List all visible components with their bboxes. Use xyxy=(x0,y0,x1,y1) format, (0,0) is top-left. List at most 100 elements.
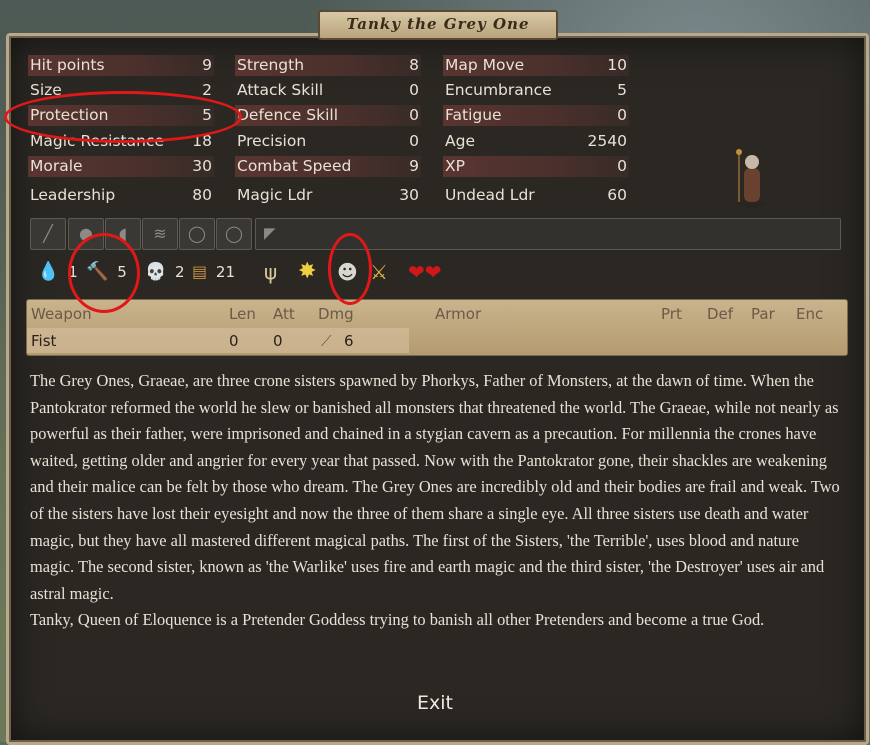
candelabra-icon: ψ xyxy=(264,260,278,284)
stat-label: Size xyxy=(30,81,62,99)
stat-label: Magic Resistance xyxy=(30,132,164,150)
stat-value: 0 xyxy=(617,157,627,175)
stat-xp: XP 0 xyxy=(443,156,629,177)
stat-value: 30 xyxy=(192,157,212,175)
stat-fatigue: Fatigue 0 xyxy=(443,105,629,126)
treasure-chest-icon: ▤ xyxy=(192,262,208,281)
gold-cost[interactable]: ▤ 21 xyxy=(192,259,235,285)
shield-icon: ● xyxy=(79,224,93,243)
stat-defence-skill: Defence Skill 0 xyxy=(235,105,421,126)
ability-candelabra[interactable]: ψ xyxy=(264,259,277,285)
water-drop-icon: 💧 xyxy=(37,261,60,282)
exit-button[interactable]: Exit xyxy=(405,692,465,714)
stat-label: Undead Ldr xyxy=(445,186,535,204)
header-dmg: Dmg xyxy=(318,305,354,323)
hammer-icon: 🔨 xyxy=(86,261,109,282)
stat-value: 80 xyxy=(192,186,212,204)
ability-crossed-weapons[interactable]: ⚔ xyxy=(370,259,388,285)
slot-head[interactable]: ◖ xyxy=(105,218,141,250)
stat-label: Fatigue xyxy=(445,106,502,124)
stat-morale: Morale 30 xyxy=(28,156,214,177)
stat-label: Morale xyxy=(30,157,83,175)
magic-water[interactable]: 💧 1 xyxy=(37,259,78,285)
stat-value: 10 xyxy=(607,56,627,74)
stat-label: Hit points xyxy=(30,56,105,74)
header-weapon: Weapon xyxy=(31,305,92,323)
header-prt: Prt xyxy=(661,305,682,323)
stat-label: Combat Speed xyxy=(237,157,352,175)
sword-icon: ╱ xyxy=(43,224,53,243)
slot-ring-1[interactable]: ◯ xyxy=(179,218,215,250)
header-enc: Enc xyxy=(796,305,824,323)
stat-value: 18 xyxy=(192,132,212,150)
stat-age: Age 2540 xyxy=(443,131,629,152)
weapon-name[interactable]: Fist xyxy=(31,332,56,350)
stat-attack-skill: Attack Skill 0 xyxy=(235,80,421,101)
slot-weapon[interactable]: ╱ xyxy=(30,218,66,250)
slot-misc[interactable]: ◤ xyxy=(255,218,841,250)
header-def: Def xyxy=(707,305,734,323)
description-paragraph: Tanky, Queen of Eloquence is a Pretender… xyxy=(30,610,765,630)
slot-ring-2[interactable]: ◯ xyxy=(216,218,252,250)
ability-mask[interactable]: ☻ xyxy=(337,259,358,285)
ability-hearts[interactable]: ❤❤ xyxy=(408,259,442,285)
crossed-swords-icon: ⚔ xyxy=(370,260,388,284)
unit-title: Tanky the Grey One xyxy=(318,10,558,40)
magic-death[interactable]: 💀 2 xyxy=(145,259,185,285)
stat-value: 30 xyxy=(399,186,419,204)
stat-label: Strength xyxy=(237,56,305,74)
stat-label: Age xyxy=(445,132,475,150)
weapon-dmg-icon: ⟋ xyxy=(321,332,332,350)
stat-leadership: Leadership 80 xyxy=(28,185,214,206)
weapon-dmg: 6 xyxy=(344,332,354,350)
stat-protection: Protection 5 xyxy=(28,105,214,126)
stat-label: Precision xyxy=(237,132,307,150)
ring-icon: ◯ xyxy=(225,224,243,243)
stat-precision: Precision 0 xyxy=(235,131,421,152)
gold-cost-value: 21 xyxy=(215,263,235,281)
boots-icon: ◤ xyxy=(264,224,276,242)
stat-label: Defence Skill xyxy=(237,106,339,124)
stat-value: 0 xyxy=(409,106,419,124)
stat-value: 9 xyxy=(202,56,212,74)
header-par: Par xyxy=(751,305,775,323)
stat-combat-speed: Combat Speed 9 xyxy=(235,156,421,177)
stat-label: Map Move xyxy=(445,56,525,74)
weapon-len: 0 xyxy=(229,332,239,350)
stat-value: 2 xyxy=(202,81,212,99)
header-len: Len xyxy=(229,305,256,323)
armor-icon: ≋ xyxy=(153,224,167,243)
weapon-att: 0 xyxy=(273,332,283,350)
magic-death-value: 2 xyxy=(174,263,185,281)
slot-body[interactable]: ≋ xyxy=(142,218,178,250)
stat-encumbrance: Encumbrance 5 xyxy=(443,80,629,101)
stat-value: 9 xyxy=(409,157,419,175)
ring-icon: ◯ xyxy=(188,224,206,243)
stat-label: Attack Skill xyxy=(237,81,324,99)
stat-label: Encumbrance xyxy=(445,81,552,99)
magic-water-value: 1 xyxy=(68,263,78,281)
stat-strength: Strength 8 xyxy=(235,55,421,76)
magic-earth[interactable]: 🔨 5 xyxy=(86,259,127,285)
ability-star[interactable]: ✸ xyxy=(298,259,316,285)
stat-value: 5 xyxy=(617,81,627,99)
starburst-icon: ✸ xyxy=(298,259,317,284)
header-armor: Armor xyxy=(435,305,482,323)
stat-magic-leadership: Magic Ldr 30 xyxy=(235,185,421,206)
stat-label: XP xyxy=(445,157,465,175)
stat-value: 0 xyxy=(409,132,419,150)
header-att: Att xyxy=(273,305,295,323)
hearts-icon: ❤❤ xyxy=(408,260,442,284)
stat-value: 0 xyxy=(617,106,627,124)
stat-value: 0 xyxy=(409,81,419,99)
stat-hit-points: Hit points 9 xyxy=(28,55,214,76)
weapon-table: Weapon Len Att Dmg Armor Prt Def Par Enc… xyxy=(26,299,848,356)
slot-offhand[interactable]: ● xyxy=(68,218,104,250)
stat-label: Protection xyxy=(30,106,109,124)
stat-label: Leadership xyxy=(30,186,116,204)
stat-value: 8 xyxy=(409,56,419,74)
stat-label: Magic Ldr xyxy=(237,186,313,204)
skull-icon: 💀 xyxy=(145,262,167,282)
stat-size: Size 2 xyxy=(28,80,214,101)
unit-description: The Grey Ones, Graeae, are three crone s… xyxy=(30,368,840,634)
